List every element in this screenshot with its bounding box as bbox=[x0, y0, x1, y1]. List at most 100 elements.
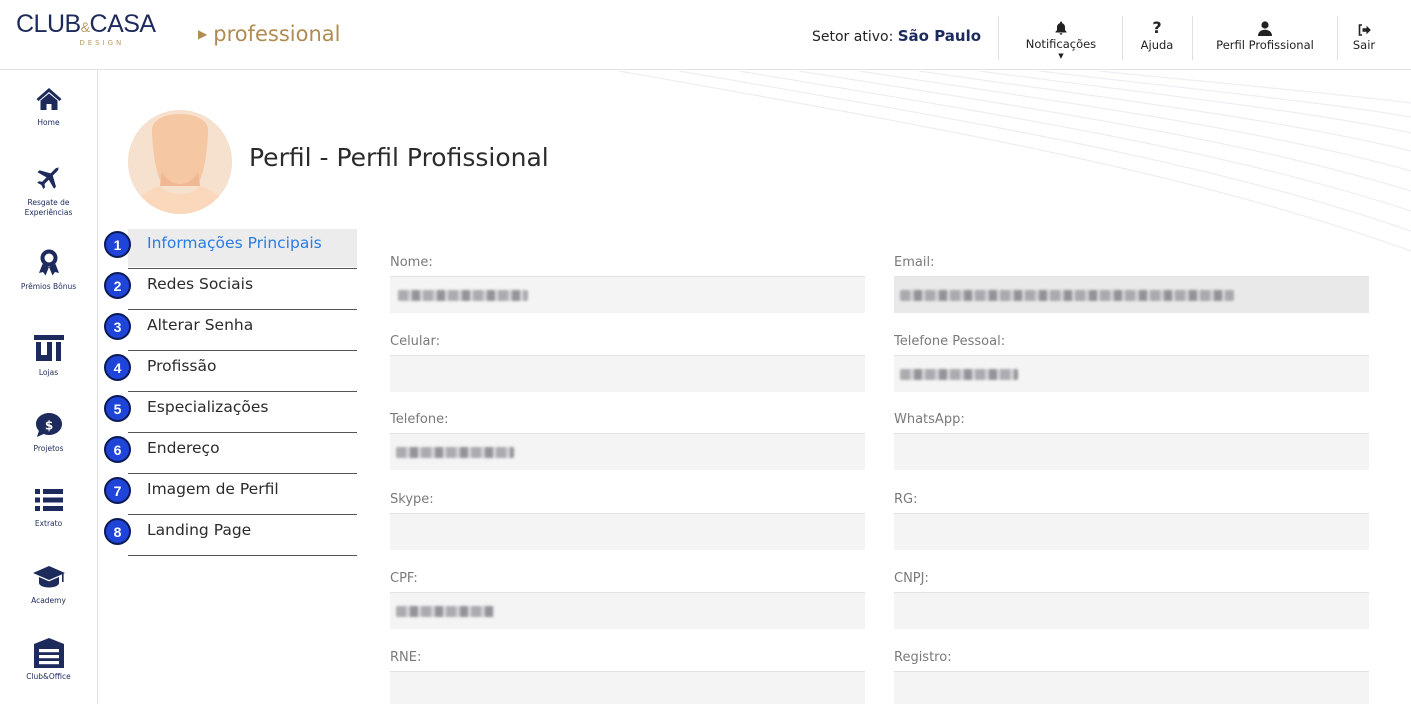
warehouse-icon bbox=[33, 636, 65, 670]
professional-profile-label: Perfil Profissional bbox=[1216, 38, 1314, 52]
phone-label: Telefone: bbox=[390, 412, 449, 427]
plane-icon bbox=[36, 162, 62, 196]
rne-label: RNE: bbox=[390, 650, 422, 665]
main-content: Perfil - Perfil Profissional 1 Informaçõ… bbox=[99, 71, 1411, 704]
name-input[interactable] bbox=[390, 276, 865, 313]
step-landing-page[interactable]: 8 Landing Page bbox=[104, 516, 357, 556]
sidebar-label-stores: Lojas bbox=[38, 368, 59, 377]
step-label: Endereço bbox=[147, 439, 220, 457]
whatsapp-input[interactable] bbox=[894, 433, 1369, 470]
logout-button[interactable]: Sair bbox=[1346, 18, 1382, 60]
email-input[interactable] bbox=[894, 276, 1369, 313]
step-address[interactable]: 6 Endereço bbox=[104, 434, 357, 474]
logo-casa-text: CASA bbox=[89, 10, 157, 38]
cnpj-label: CNPJ: bbox=[894, 571, 929, 586]
step-number-badge: 6 bbox=[104, 436, 131, 463]
step-label: Redes Sociais bbox=[147, 275, 254, 293]
left-sidebar: Home Resgate de Experiências Prêmios Bôn… bbox=[0, 70, 98, 704]
user-icon bbox=[1258, 18, 1272, 36]
step-number-badge: 8 bbox=[104, 518, 131, 545]
redacted-value bbox=[396, 606, 494, 617]
step-label: Especializações bbox=[147, 398, 269, 416]
skype-input[interactable] bbox=[390, 513, 865, 550]
sector-value: São Paulo bbox=[897, 27, 982, 45]
redacted-value bbox=[398, 290, 528, 301]
skype-field: Skype: bbox=[390, 492, 865, 550]
sector-label: Setor ativo: bbox=[812, 29, 894, 45]
mobile-input[interactable] bbox=[390, 355, 865, 392]
phone-input[interactable] bbox=[390, 433, 865, 470]
sidebar-item-projects[interactable]: $ Projetos bbox=[0, 408, 97, 454]
personal-phone-input[interactable] bbox=[894, 355, 1369, 392]
step-label: Imagem de Perfil bbox=[147, 480, 279, 498]
divider bbox=[998, 16, 999, 60]
svg-text:$: $ bbox=[44, 419, 52, 433]
sidebar-item-experiences[interactable]: Resgate de Experiências bbox=[0, 162, 97, 218]
step-number-badge: 4 bbox=[104, 354, 131, 381]
registration-field: Registro: bbox=[894, 650, 1369, 704]
caret-right-icon: ▶ bbox=[198, 27, 208, 41]
store-icon bbox=[33, 332, 64, 366]
logo-amp-text: & bbox=[80, 19, 90, 35]
sidebar-item-bonus-prizes[interactable]: Prêmios Bônus bbox=[0, 246, 97, 292]
logout-label: Sair bbox=[1352, 38, 1376, 52]
step-profession[interactable]: 4 Profissão bbox=[104, 352, 357, 392]
step-number-badge: 5 bbox=[104, 395, 131, 422]
professional-profile-button[interactable]: Perfil Profissional bbox=[1205, 18, 1325, 60]
graduation-cap-icon bbox=[32, 560, 66, 594]
page-title: Perfil - Perfil Profissional bbox=[249, 143, 549, 172]
step-label: Informações Principais bbox=[147, 234, 322, 252]
sidebar-item-academy[interactable]: Academy bbox=[0, 560, 97, 606]
mobile-field: Celular: bbox=[390, 334, 865, 392]
step-specializations[interactable]: 5 Especializações bbox=[104, 393, 357, 433]
step-main-info[interactable]: 1 Informações Principais bbox=[104, 229, 357, 269]
rg-label: RG: bbox=[894, 492, 918, 507]
sidebar-label-statement: Extrato bbox=[34, 519, 63, 528]
sidebar-label-projects: Projetos bbox=[33, 444, 64, 453]
divider bbox=[1192, 16, 1193, 60]
step-social-networks[interactable]: 2 Redes Sociais bbox=[104, 270, 357, 310]
notifications-button[interactable]: Notificações ▼ bbox=[1020, 18, 1102, 60]
caret-down-icon: ▼ bbox=[1058, 52, 1064, 60]
money-bubble-icon: $ bbox=[35, 408, 63, 442]
step-profile-image[interactable]: 7 Imagem de Perfil bbox=[104, 475, 357, 515]
profile-avatar bbox=[128, 110, 232, 214]
sidebar-item-home[interactable]: Home bbox=[0, 82, 97, 128]
skype-label: Skype: bbox=[390, 492, 434, 507]
personal-phone-label: Telefone Pessoal: bbox=[894, 334, 1006, 349]
cnpj-field: CNPJ: bbox=[894, 571, 1369, 629]
step-label: Profissão bbox=[147, 357, 217, 375]
registration-label: Registro: bbox=[894, 650, 952, 665]
sidebar-item-stores[interactable]: Lojas bbox=[0, 332, 97, 378]
email-field: Email: bbox=[894, 255, 1369, 313]
help-button[interactable]: ? Ajuda bbox=[1135, 18, 1179, 60]
product-name: professional bbox=[213, 22, 341, 46]
registration-input[interactable] bbox=[894, 671, 1369, 704]
sidebar-label-academy: Academy bbox=[31, 596, 66, 605]
club-casa-logo[interactable]: CLUB&CASA DESIGN bbox=[16, 10, 156, 47]
cpf-field: CPF: bbox=[390, 571, 865, 629]
cnpj-input[interactable] bbox=[894, 592, 1369, 629]
list-icon bbox=[34, 483, 63, 517]
top-header: CLUB&CASA DESIGN ▶ professional Setor ati… bbox=[0, 0, 1411, 70]
step-change-password[interactable]: 3 Alterar Senha bbox=[104, 311, 357, 351]
notifications-label: Notificações bbox=[1025, 37, 1097, 51]
rg-input[interactable] bbox=[894, 513, 1369, 550]
product-label: ▶ professional bbox=[198, 22, 340, 46]
logo-club-text: CLUB bbox=[16, 10, 81, 38]
step-number-badge: 3 bbox=[104, 313, 131, 340]
cpf-input[interactable] bbox=[390, 592, 865, 629]
redacted-value bbox=[900, 369, 1018, 380]
sidebar-item-club-office[interactable]: Club&Office bbox=[0, 636, 97, 682]
sidebar-item-statement[interactable]: Extrato bbox=[0, 483, 97, 529]
redacted-value bbox=[900, 290, 1234, 301]
personal-phone-field: Telefone Pessoal: bbox=[894, 334, 1369, 392]
rne-input[interactable] bbox=[390, 671, 865, 704]
mobile-label: Celular: bbox=[390, 334, 441, 349]
step-label: Alterar Senha bbox=[147, 316, 254, 334]
phone-field: Telefone: bbox=[390, 412, 865, 470]
step-number-badge: 7 bbox=[104, 477, 131, 504]
rne-field: RNE: bbox=[390, 650, 865, 704]
home-icon bbox=[36, 82, 62, 116]
divider bbox=[1337, 16, 1338, 60]
